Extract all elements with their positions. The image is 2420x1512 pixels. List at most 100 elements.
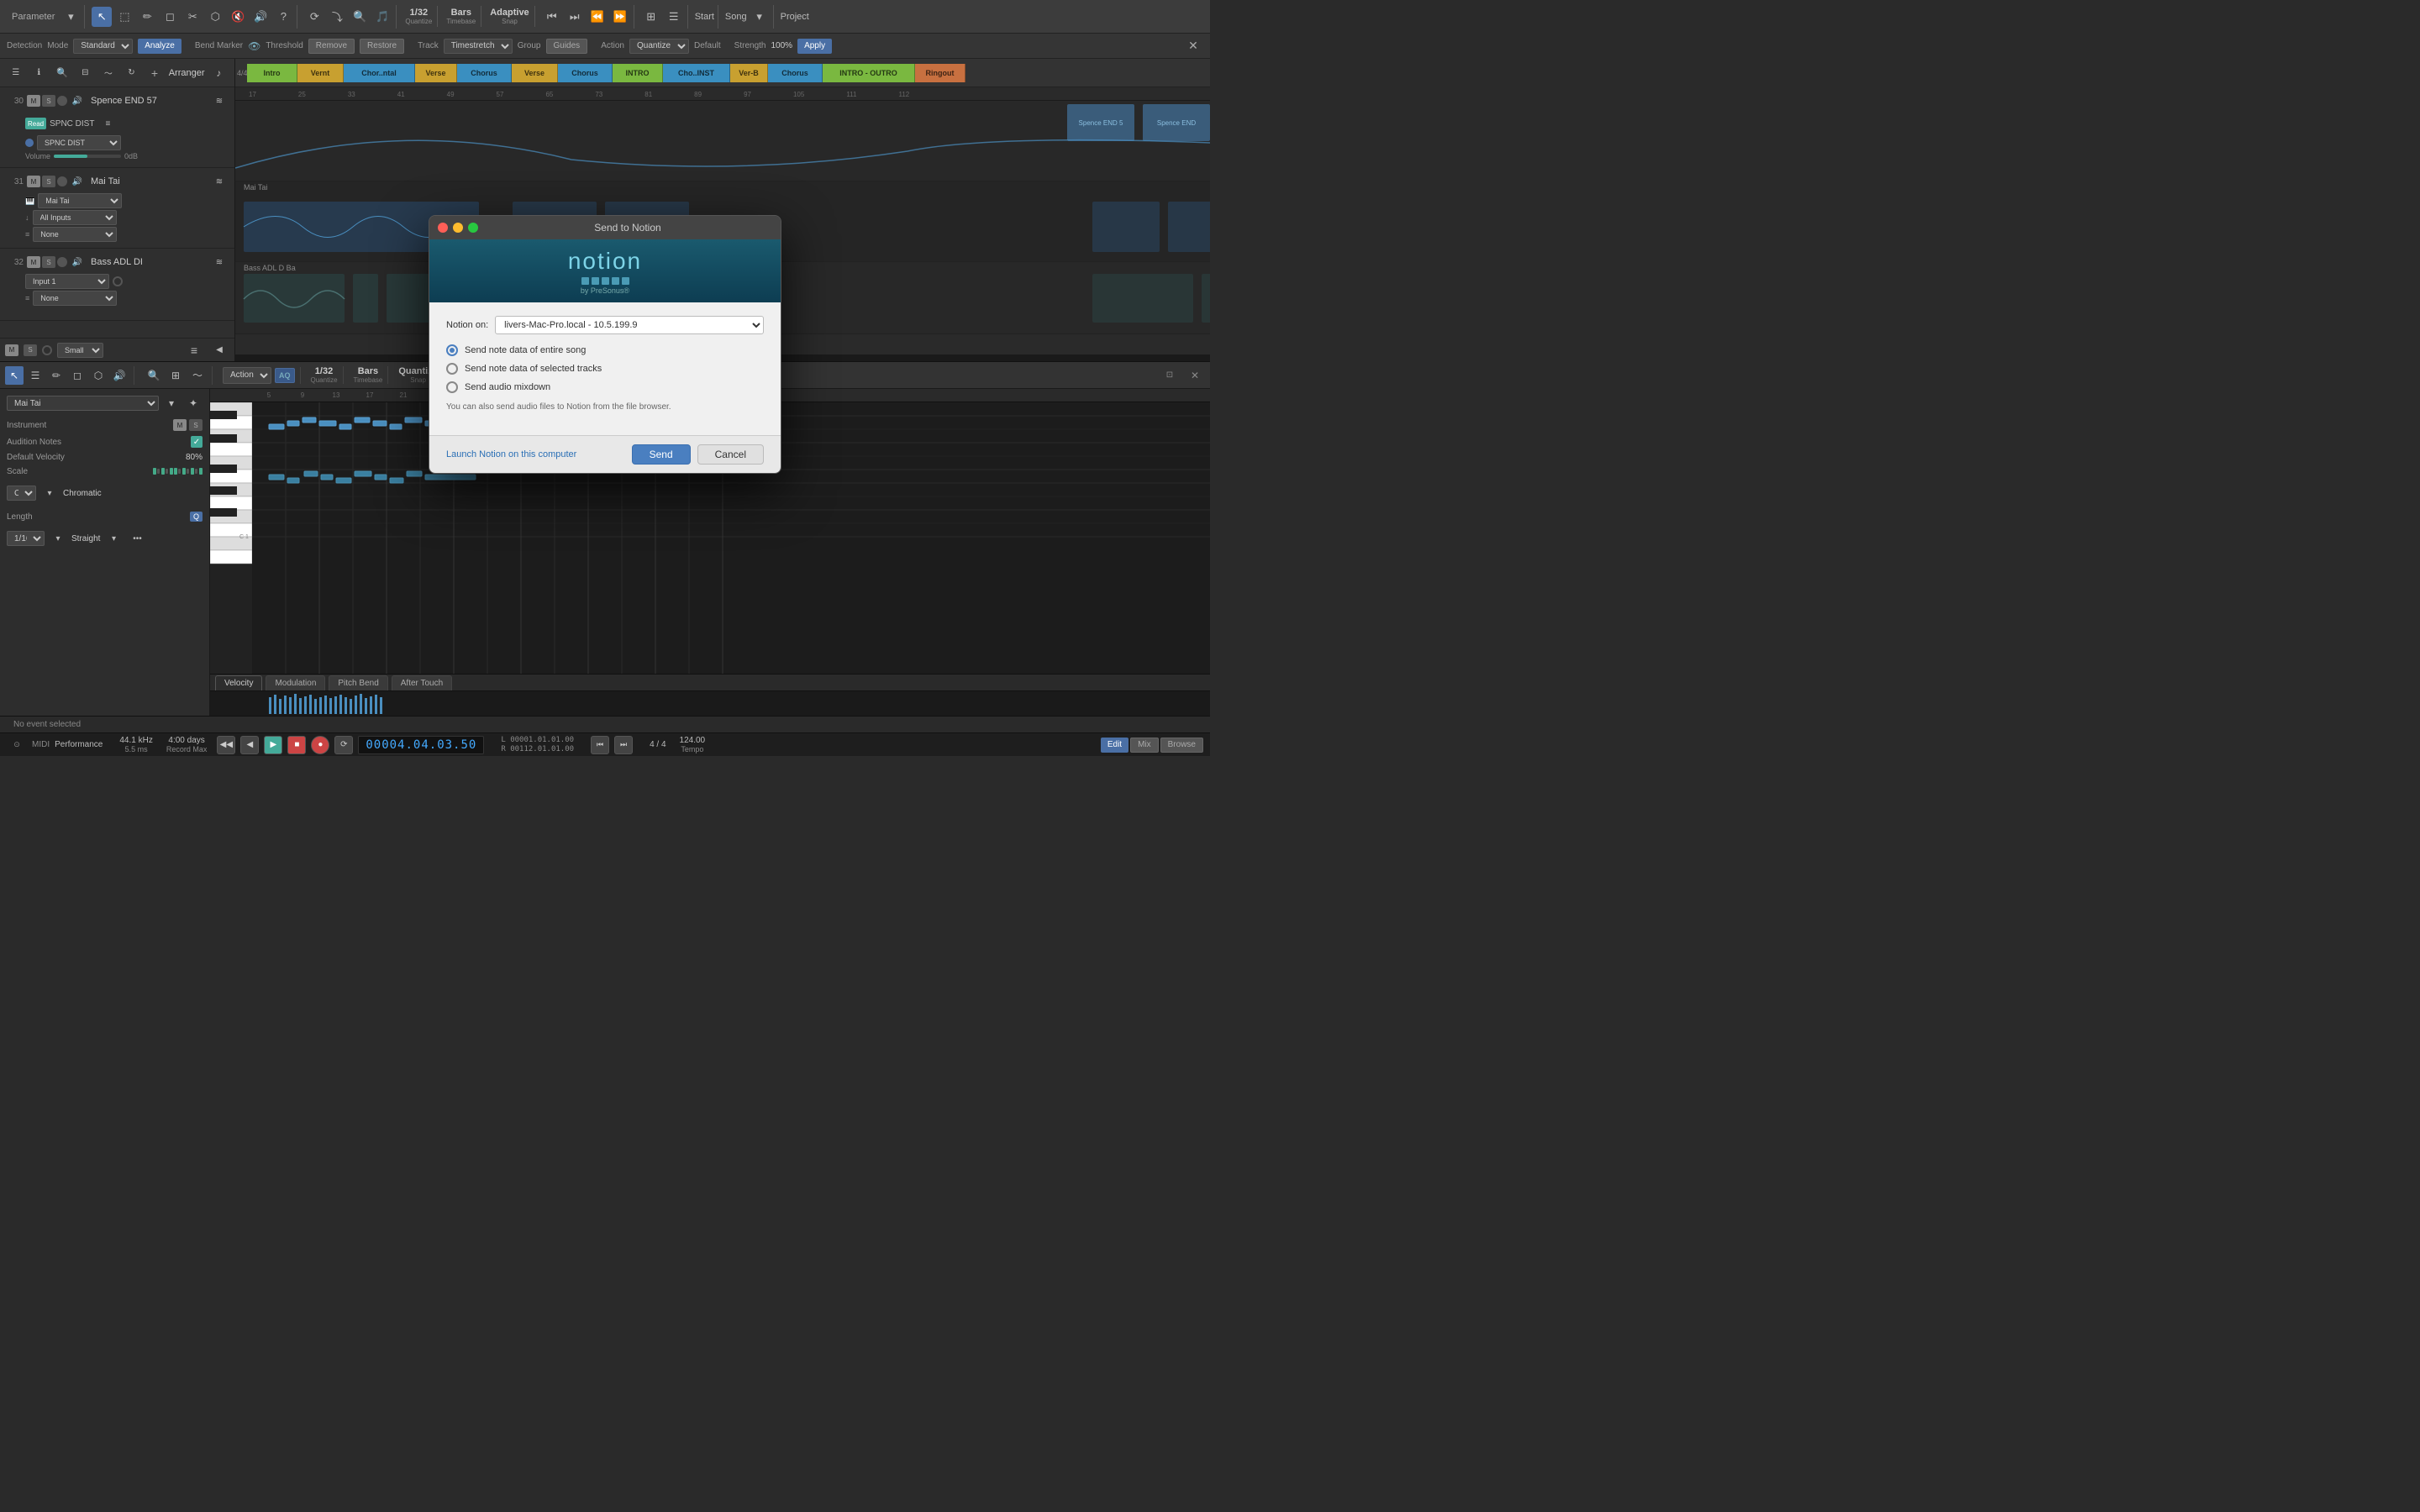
play-transport-btn[interactable]: ▶ [264,736,282,754]
pr-fold-btn[interactable]: ⊞ [166,366,185,385]
mode-dropdown[interactable]: Standard [73,39,133,54]
mute-btn-32[interactable]: M [27,256,40,268]
scale-dropdown-31[interactable]: None [33,227,117,242]
straight-arrow-btn[interactable]: ▾ [103,528,124,549]
solo-btn-31[interactable]: S [42,176,55,187]
guides-btn[interactable]: Guides [546,39,588,54]
plus-icon[interactable]: ≡ [184,340,204,360]
waveform-icon-32[interactable]: ≋ [209,252,229,272]
stop-transport-btn[interactable]: ■ [287,736,306,754]
note-icon[interactable]: ♪ [210,63,229,83]
pr-pointer-btn[interactable]: ↖ [5,366,24,385]
instrument-star-btn[interactable]: ✦ [184,394,203,412]
eraser-tool-btn[interactable]: ◻ [160,7,180,27]
record-transport-btn[interactable]: ● [311,736,329,754]
clip-spence-end-2[interactable]: Spence END 5 [1067,104,1134,141]
scroll-left-btn[interactable]: ◀ [209,340,229,360]
pr-search-icon[interactable]: 🔍 [145,366,163,385]
master-mute-btn[interactable]: M [5,344,18,356]
instrument-m-btn[interactable]: M [173,419,187,431]
length-extra-btn[interactable]: ••• [127,528,147,549]
waveform-icon-31[interactable]: ≋ [209,171,229,192]
section-choinst[interactable]: Cho..INST [663,64,730,82]
pr-close-btn[interactable]: ✕ [1185,365,1205,386]
send-btn[interactable]: Send [632,444,691,465]
length-arrow-btn[interactable]: ▾ [48,528,68,549]
pencil-tool-btn[interactable]: ✏ [137,7,157,27]
mix-btn[interactable]: Mix [1130,738,1159,753]
close-traffic-light[interactable] [438,223,448,233]
eye-icon[interactable]: 👁 [248,40,260,52]
fast-forward-btn[interactable]: ⏩ [610,7,630,27]
section-chorus1[interactable]: Chorus [457,64,512,82]
back-transport-btn[interactable]: ◀ [240,736,259,754]
song-dropdown-btn[interactable]: ▾ [750,7,770,27]
power-btn[interactable] [42,345,52,355]
section-chorntal[interactable]: Chor..ntal [344,64,415,82]
record-btn-30[interactable] [57,96,67,106]
analyze-btn[interactable]: Analyze [138,39,182,54]
minimize-traffic-light[interactable] [453,223,463,233]
mute-btn-30[interactable]: M [27,95,40,107]
section-verb[interactable]: Ver-B [730,64,768,82]
section-verse1[interactable]: Verse [415,64,457,82]
zoom-btn[interactable]: 🔍 [350,7,370,27]
audition-checkbox[interactable]: ✓ [191,436,203,448]
info-icon[interactable]: ℹ [30,63,49,83]
apply-btn[interactable]: Apply [797,39,832,54]
add-track-btn[interactable]: + [145,63,164,83]
aq-btn[interactable]: AQ [275,368,295,383]
section-verse2[interactable]: Verse [512,64,558,82]
section-intro-outro[interactable]: INTRO - OUTRO [823,64,915,82]
pr-wave-btn[interactable]: 〜 [188,366,207,385]
section-chorus2[interactable]: Chorus [558,64,613,82]
hamburger-icon[interactable]: ☰ [7,63,25,83]
instrument-expand-btn[interactable]: ▾ [162,394,181,412]
tab-pitch-bend[interactable]: Pitch Bend [329,675,387,690]
section-intro2[interactable]: INTRO [613,64,663,82]
edit-btn[interactable]: Edit [1101,738,1128,753]
length-dropdown[interactable]: 1/16 [7,531,45,546]
speaker-icon-30[interactable]: 🔊 [67,91,87,111]
pr-select-btn[interactable]: ⬡ [89,366,108,385]
action-dropdown[interactable]: Quantize [629,39,689,54]
loop-icon[interactable]: ↻ [123,63,141,83]
split-tool-btn[interactable]: ✂ [182,7,203,27]
pr-list-btn[interactable]: ☰ [26,366,45,385]
section-intro[interactable]: Intro [247,64,297,82]
tab-modulation[interactable]: Modulation [266,675,325,690]
instrument-s-btn[interactable]: S [189,419,203,431]
instrument-select[interactable]: Mai Tai [7,396,159,411]
range-tool-btn[interactable]: ⬚ [114,7,134,27]
read-mode-btn[interactable]: Read [25,118,46,129]
key-arrow-btn[interactable]: ▾ [39,483,60,503]
record-btn-31[interactable] [57,176,67,186]
radio-selected-tracks[interactable]: Send note data of selected tracks [446,363,764,375]
help-btn[interactable]: ? [273,7,293,27]
radio-entire-song[interactable]: Send note data of entire song [446,344,764,356]
rewind-transport-btn[interactable]: ◀◀ [217,736,235,754]
search-icon[interactable]: 🔍 [53,63,71,83]
section-vernt[interactable]: Vernt [297,64,344,82]
fx-menu-icon[interactable]: ≡ [97,113,118,134]
pointer-tool-btn[interactable]: ↖ [92,7,112,27]
key-dropdown[interactable]: C [7,486,36,501]
radio-audio-mixdown[interactable]: Send audio mixdown [446,381,764,393]
mute-btn-31[interactable]: M [27,176,40,187]
punch-btn[interactable]: ⤵ [327,7,347,27]
instrument-dropdown-31[interactable]: Mai Tai [38,193,122,208]
paint-tool-btn[interactable]: ⬡ [205,7,225,27]
pr-speaker-btn[interactable]: 🔊 [110,366,129,385]
master-solo-btn[interactable]: S [24,344,37,356]
metronome-btn[interactable]: 🎵 [372,7,392,27]
remove-btn[interactable]: Remove [308,39,355,54]
launch-notion-link[interactable]: Launch Notion on this computer [446,449,576,459]
solo-btn-32[interactable]: S [42,256,55,268]
action-select[interactable]: Action [223,367,271,384]
rewind-btn[interactable]: ⏪ [587,7,608,27]
waveform-icon-30[interactable]: ≋ [209,91,229,111]
notion-host-dropdown[interactable]: livers-Mac-Pro.local - 10.5.199.9 [495,316,764,334]
midi-icon[interactable]: ⊙ [7,735,27,755]
channel-view-btn[interactable]: ☰ [664,7,684,27]
dropdown-arrow[interactable]: ▾ [60,7,81,27]
